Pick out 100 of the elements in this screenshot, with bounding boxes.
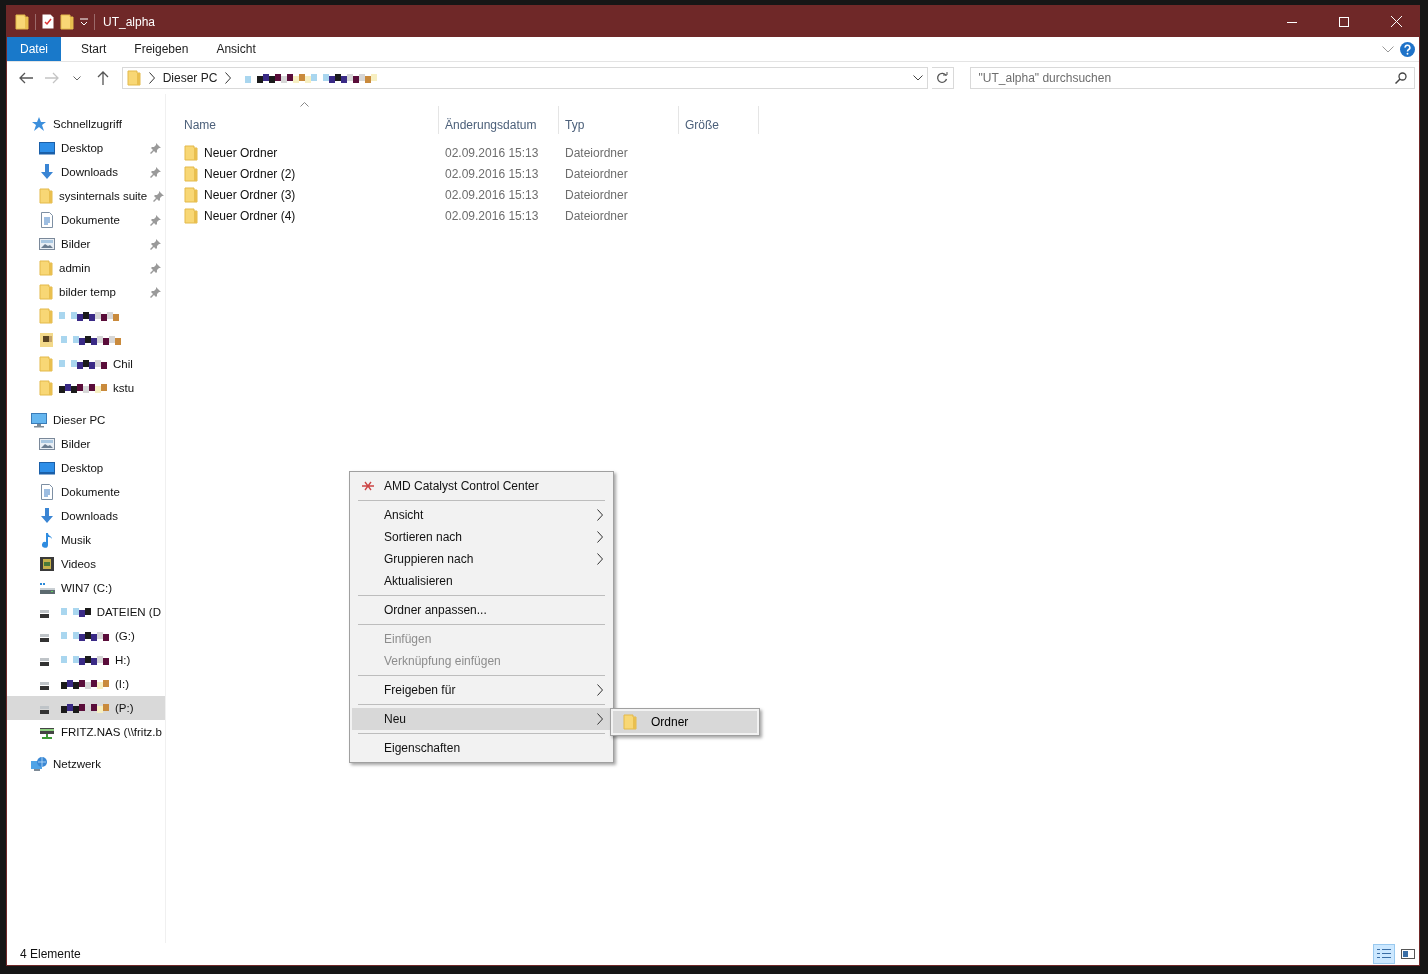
nav-item-label: Bilder	[61, 438, 91, 450]
ribbon-tab[interactable]: Datei	[7, 37, 61, 61]
nav-tree-item[interactable]: FRITZ.NAS (\\fritz.b	[7, 720, 165, 744]
nav-tree-item[interactable]: Schnellzugriff	[7, 112, 165, 136]
nav-item-label: Desktop	[61, 462, 104, 474]
menu-item[interactable]: Freigeben für	[352, 679, 611, 701]
nav-tree-item[interactable]: Dokumente	[7, 208, 165, 232]
nav-tree-item[interactable]: (P:)	[7, 696, 165, 720]
ribbon-tab[interactable]: Ansicht	[202, 37, 270, 61]
nav-tree-item[interactable]: Desktop	[7, 456, 165, 480]
nav-tree-item[interactable]: Desktop	[7, 136, 165, 160]
refresh-button[interactable]	[931, 67, 954, 89]
column-header[interactable]: Größe	[679, 106, 759, 134]
column-header[interactable]: Änderungsdatum	[439, 106, 559, 134]
nav-tree-item[interactable]: (G:)	[7, 624, 165, 648]
nav-tree-item[interactable]: bilder temp	[7, 280, 165, 304]
chevron-right-icon	[597, 684, 603, 696]
nav-tree-item[interactable]: WIN7 (C:)	[7, 576, 165, 600]
menu-item[interactable]: Sortieren nach	[352, 526, 611, 548]
nav-item-label: (G:)	[115, 630, 135, 642]
monitor-icon	[39, 140, 55, 156]
nav-item-label: bilder temp	[59, 286, 116, 298]
folder-icon	[184, 144, 198, 161]
nav-tree-item[interactable]: Videos	[7, 552, 165, 576]
type-cell-text: Dateiordner	[564, 207, 629, 225]
help-icon[interactable]	[1400, 41, 1415, 57]
nav-tree-item[interactable]: Bilder	[7, 232, 165, 256]
nav-tree-item[interactable]: Dieser PC	[7, 408, 165, 432]
nav-tree-item[interactable]: H:)	[7, 648, 165, 672]
pixel-mosaic-icon	[59, 310, 119, 322]
menu-item[interactable]: Ansicht	[352, 504, 611, 526]
menu-item[interactable]: Aktualisieren	[352, 570, 611, 592]
folder-icon	[39, 260, 53, 276]
nav-tree-item[interactable]: Dokumente	[7, 480, 165, 504]
pin-icon	[150, 262, 161, 274]
address-field[interactable]: Dieser PC	[121, 67, 928, 89]
breadcrumb[interactable]: Dieser PC	[162, 71, 218, 85]
network-globe-icon	[31, 756, 47, 772]
file-name-cell[interactable]: Neuer Ordner (4)	[178, 205, 439, 226]
column-header[interactable]: Typ	[559, 106, 679, 134]
date-cell-text: 02.09.2016 15:13	[444, 186, 540, 204]
menu-item[interactable]: AMD Catalyst Control Center	[352, 475, 611, 497]
pixel-mosaic-icon	[61, 334, 121, 346]
nav-tree-item[interactable]: Netzwerk	[7, 752, 165, 776]
nav-tree-item[interactable]: Downloads	[7, 160, 165, 184]
chevron-down-icon	[73, 75, 82, 81]
nav-item-label: WIN7 (C:)	[61, 582, 113, 594]
menu-item[interactable]: Ordner	[613, 711, 757, 733]
folder-icon	[126, 70, 141, 86]
folder-icon	[39, 284, 53, 300]
nav-tree-item[interactable]: Chil	[7, 352, 165, 376]
computer-icon	[31, 412, 47, 428]
folder-icon	[39, 332, 55, 348]
menu-item[interactable]: Neu	[352, 708, 611, 730]
sort-caret-icon	[300, 102, 309, 107]
pin-icon	[150, 214, 161, 226]
menu-item[interactable]: Ordner anpassen...	[352, 599, 611, 621]
menu-item[interactable]: Gruppieren nach	[352, 548, 611, 570]
nav-tree-item[interactable]: kstu	[7, 376, 165, 400]
expand-ribbon-icon[interactable]	[1382, 45, 1394, 53]
pin-icon	[150, 286, 161, 298]
pin-icon	[150, 142, 161, 154]
pixel-mosaic-icon	[59, 382, 107, 394]
file-name-cell[interactable]: Neuer Ordner (3)	[178, 184, 439, 205]
ribbon-tab[interactable]: Start	[67, 37, 121, 61]
nav-tree-item[interactable]: Downloads	[7, 504, 165, 528]
folder-icon	[184, 207, 198, 224]
nav-item-label: H:)	[115, 654, 131, 666]
search-icon	[1394, 72, 1407, 84]
nav-tree-item[interactable]: Musik	[7, 528, 165, 552]
chevron-right-icon	[597, 531, 603, 543]
dropdown-chevron-icon[interactable]	[912, 75, 923, 81]
search-field[interactable]: "UT_alpha" durchsuchen	[969, 67, 1415, 89]
file-name-cell[interactable]: Neuer Ordner	[178, 142, 439, 163]
menu-item[interactable]: Eigenschaften	[352, 737, 611, 759]
column-header[interactable]: Name	[178, 106, 439, 134]
tiles-icon	[1401, 948, 1415, 960]
nav-tree-item[interactable]: sysinternals suite	[7, 184, 165, 208]
star-icon	[31, 116, 47, 132]
nav-tree-item[interactable]: (I:)	[7, 672, 165, 696]
nav-tree-item[interactable]: Bilder	[7, 432, 165, 456]
pin-icon	[150, 166, 161, 178]
nav-item-label: Musik	[61, 534, 92, 546]
nav-item-label: Videos	[61, 558, 96, 570]
document-icon	[39, 212, 55, 228]
up-arrow-icon	[96, 71, 109, 85]
folder-icon	[39, 380, 53, 396]
nav-tree-item[interactable]: admin	[7, 256, 165, 280]
properties-icon	[42, 14, 54, 29]
dropdown-caret-icon[interactable]	[80, 17, 88, 26]
breadcrumb-separator-icon	[225, 72, 232, 84]
file-name-cell[interactable]: Neuer Ordner (2)	[178, 163, 439, 184]
folder-icon	[184, 186, 198, 203]
ribbon-tab[interactable]: Freigeben	[120, 37, 203, 61]
breadcrumb-separator-icon	[148, 72, 155, 84]
details-view-button[interactable]	[1373, 944, 1395, 964]
folder-icon	[39, 308, 53, 324]
type-cell-text: Dateiordner	[564, 144, 629, 162]
folder-icon	[39, 188, 53, 204]
nav-tree-item[interactable]: DATEIEN (D	[7, 600, 165, 624]
